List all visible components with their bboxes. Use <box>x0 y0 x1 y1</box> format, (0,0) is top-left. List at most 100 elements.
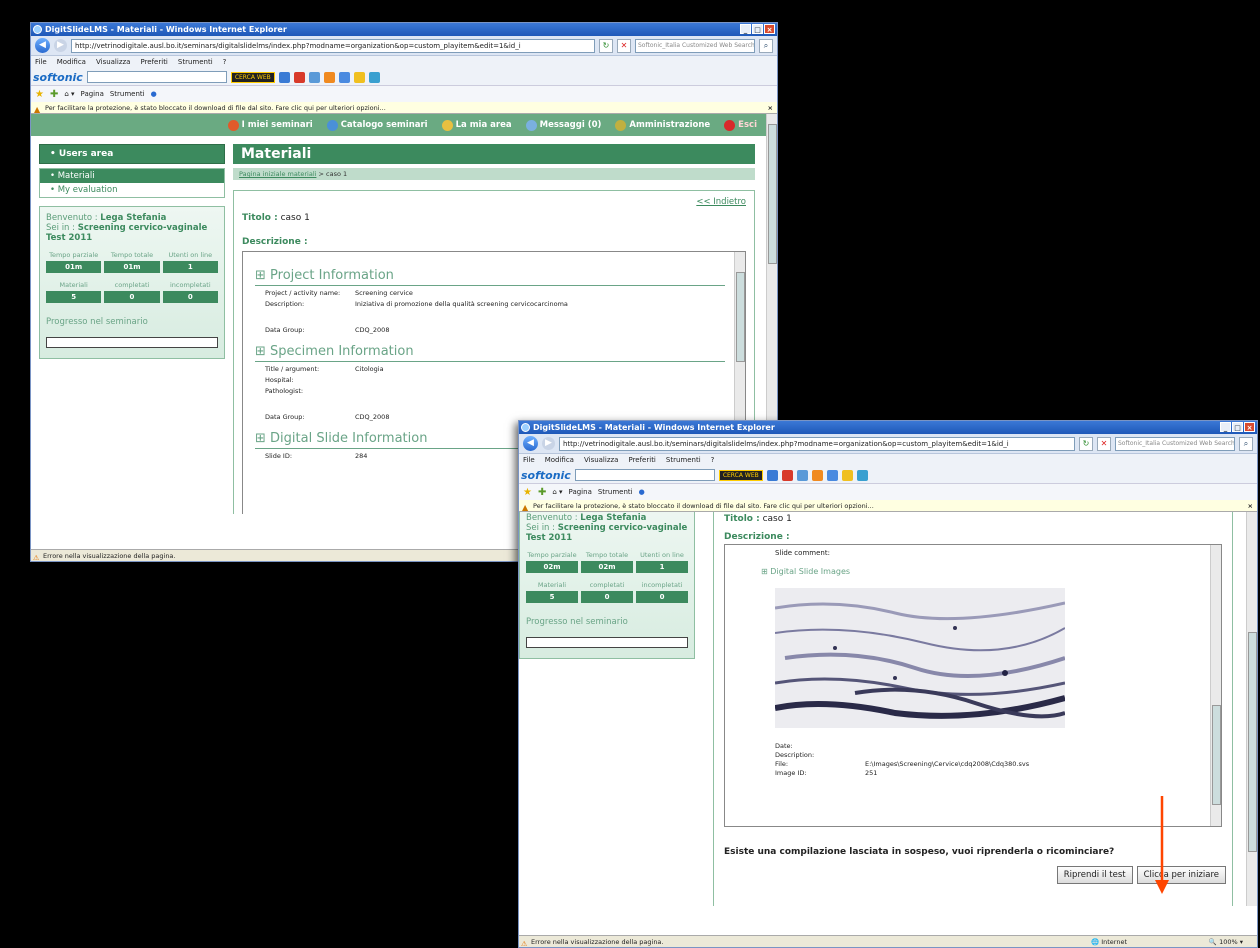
stat-label: incompletati <box>170 281 211 289</box>
pagina-menu[interactable]: Pagina <box>569 488 592 496</box>
refresh-icon[interactable]: ↻ <box>599 38 613 53</box>
warning-icon[interactable]: ⚠ <box>521 938 527 947</box>
cerca-web-button[interactable]: CERCA WEB <box>718 469 763 481</box>
menu-modifica[interactable]: Modifica <box>545 454 574 467</box>
zone-label: 🌐 Internet <box>1091 938 1127 946</box>
cerca-web-button[interactable]: CERCA WEB <box>230 71 275 83</box>
back-icon[interactable]: ◀ <box>35 38 50 53</box>
pagina-menu[interactable]: Pagina <box>81 90 104 98</box>
description-box[interactable]: Slide comment: ⊞ Digital Slide Images Da… <box>724 544 1222 827</box>
softonic-search-input[interactable] <box>574 469 715 481</box>
nav-catalogo[interactable]: Catalogo seminari <box>326 119 428 131</box>
stat-value: 01m <box>104 261 160 273</box>
toolbar-icon[interactable] <box>308 71 320 83</box>
home-icon[interactable]: ⌂ ▾ <box>552 488 562 496</box>
toolbar-icon[interactable] <box>766 469 778 481</box>
stat-label: incompletati <box>641 581 683 589</box>
clicca-per-iniziare-button[interactable]: Clicca per iniziare <box>1136 866 1226 884</box>
close-button[interactable]: × <box>1244 422 1255 432</box>
home-icon[interactable]: ⌂ ▾ <box>64 90 74 98</box>
kv-row: Description: Iniziativa di promozione del… <box>255 300 725 308</box>
nav-messaggi[interactable]: Messaggi (0) <box>525 119 601 131</box>
menu-preferiti[interactable]: Preferiti <box>140 56 167 69</box>
toolbar-icon[interactable] <box>826 469 838 481</box>
strumenti-menu[interactable]: Strumenti <box>110 90 145 98</box>
search-input[interactable]: Softonic_Italia Customized Web Search <box>635 38 755 53</box>
info-bar[interactable]: ▲ Per facilitare la protezione, è stato … <box>31 102 777 114</box>
toolbar-icon[interactable] <box>278 71 290 83</box>
forward-icon[interactable]: ▶ <box>54 39 67 52</box>
kv-value: CDQ_2008 <box>355 413 390 421</box>
nav-esci[interactable]: Esci <box>724 119 757 131</box>
menu-file[interactable]: File <box>523 454 535 467</box>
rss-icon[interactable] <box>811 469 823 481</box>
stop-icon[interactable]: ✕ <box>617 38 631 53</box>
url-field[interactable]: http://vetrinodigitale.ausl.bo.it/semina… <box>71 38 595 53</box>
nav-mia-area[interactable]: La mia area <box>441 119 512 131</box>
action-buttons: Riprendi il test Clicca per iniziare <box>1056 866 1226 884</box>
add-favorite-icon[interactable]: ✚ <box>538 487 546 498</box>
back-icon[interactable]: ◀ <box>523 436 538 451</box>
strumenti-menu[interactable]: Strumenti <box>598 488 633 496</box>
minimize-button[interactable]: _ <box>740 24 751 34</box>
nav-miei-seminari[interactable]: I miei seminari <box>227 119 313 131</box>
minimize-button[interactable]: _ <box>1220 422 1231 432</box>
nav-label: I miei seminari <box>241 120 313 130</box>
search-icon[interactable]: ⌕ <box>1239 436 1253 451</box>
page-scrollbar[interactable] <box>1246 512 1257 906</box>
url-field[interactable]: http://vetrinodigitale.ausl.bo.it/semina… <box>559 436 1075 451</box>
softonic-logo[interactable]: softonic <box>521 469 571 482</box>
menu-preferiti[interactable]: Preferiti <box>628 454 655 467</box>
back-link[interactable]: << Indietro <box>696 197 746 207</box>
toolbar-icon[interactable] <box>796 469 808 481</box>
info-bar[interactable]: ▲ Per facilitare la protezione, è stato … <box>519 500 1257 512</box>
users-area-header: • Users area <box>39 144 225 164</box>
kv-row: Date: <box>775 742 1201 750</box>
toolbar-icon[interactable] <box>781 469 793 481</box>
help-icon[interactable]: ● <box>639 488 645 496</box>
close-button[interactable]: × <box>764 24 775 34</box>
favorites-star-icon[interactable]: ★ <box>523 487 532 498</box>
search-icon[interactable]: ⌕ <box>759 38 773 53</box>
menu-strumenti[interactable]: Strumenti <box>666 454 701 467</box>
refresh-icon[interactable]: ↻ <box>1079 436 1093 451</box>
forward-icon[interactable]: ▶ <box>542 437 555 450</box>
toolbar-icon[interactable] <box>368 71 380 83</box>
info-bar-close-icon[interactable]: × <box>1248 500 1253 512</box>
sidebar-item-evaluation[interactable]: • My evaluation <box>40 183 224 197</box>
warning-icon[interactable]: ⚠ <box>33 552 39 561</box>
nav-amministrazione[interactable]: Amministrazione <box>615 119 710 131</box>
menu-visualizza[interactable]: Visualizza <box>96 56 130 69</box>
kv-key: Description: <box>265 300 305 308</box>
toolbar-icon[interactable] <box>293 71 305 83</box>
resume-question: Esiste una compilazione lasciata in sosp… <box>724 847 1115 857</box>
menu-help[interactable]: ? <box>223 56 227 69</box>
help-icon[interactable]: ● <box>151 90 157 98</box>
add-favorite-icon[interactable]: ✚ <box>50 89 58 100</box>
menu-file[interactable]: File <box>35 56 47 69</box>
kv-row: Title / argument: Citologia <box>255 365 725 373</box>
toolbar-icon[interactable] <box>353 71 365 83</box>
softonic-logo[interactable]: softonic <box>33 71 83 84</box>
sidebar-item-materiali[interactable]: • Materiali <box>40 169 224 183</box>
breadcrumb-link[interactable]: Pagina iniziale materiali <box>239 170 316 178</box>
menu-help[interactable]: ? <box>711 454 715 467</box>
info-bar-close-icon[interactable]: × <box>768 102 773 114</box>
stop-icon[interactable]: ✕ <box>1097 436 1111 451</box>
maximize-button[interactable]: □ <box>752 24 763 34</box>
toolbar-icon[interactable] <box>338 71 350 83</box>
softonic-search-input[interactable] <box>86 71 227 83</box>
menu-visualizza[interactable]: Visualizza <box>584 454 618 467</box>
favorites-star-icon[interactable]: ★ <box>35 89 44 100</box>
description-scrollbar[interactable] <box>1210 545 1221 826</box>
search-input[interactable]: Softonic_Italia Customized Web Search <box>1115 436 1235 451</box>
toolbar-icon[interactable] <box>841 469 853 481</box>
maximize-button[interactable]: □ <box>1232 422 1243 432</box>
riprendi-test-button[interactable]: Riprendi il test <box>1056 866 1133 884</box>
digital-slide-image[interactable] <box>775 588 1065 728</box>
toolbar-icon[interactable] <box>856 469 868 481</box>
rss-icon[interactable] <box>323 71 335 83</box>
menu-modifica[interactable]: Modifica <box>57 56 86 69</box>
zoom-control[interactable]: 🔍 100% ▾ <box>1209 936 1243 947</box>
menu-strumenti[interactable]: Strumenti <box>178 56 213 69</box>
